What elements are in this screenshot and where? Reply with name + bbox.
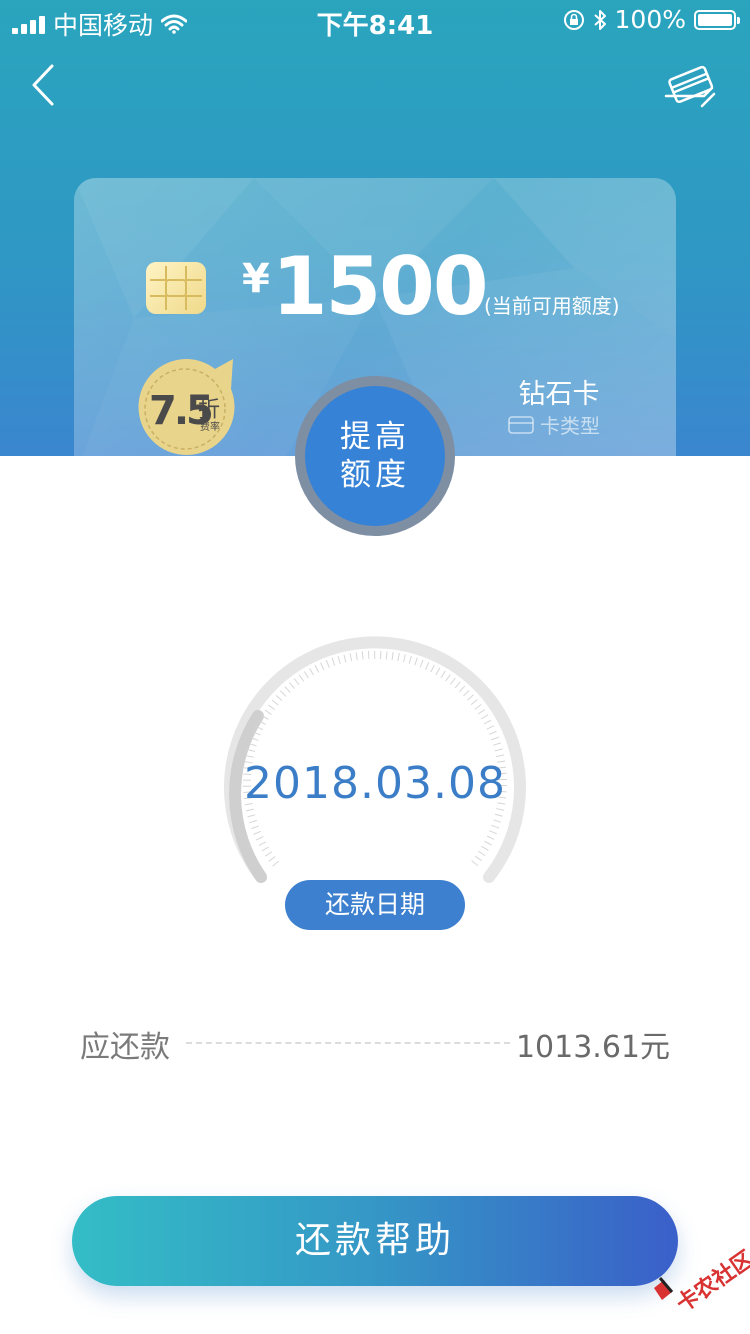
credit-card-icon [664, 65, 716, 108]
chevron-left-icon [32, 64, 54, 106]
rotation-lock-icon [563, 9, 584, 30]
card-switch-button[interactable] [664, 60, 720, 110]
card-type-label-row: 卡类型 [508, 410, 600, 439]
screen: 中国移动 下午8:41 100% ¥1500 (当前可用额度) 钻石卡 卡类型 … [0, 0, 750, 1334]
dotted-divider [186, 1042, 510, 1044]
status-bar: 中国移动 下午8:41 100% [0, 0, 750, 41]
discount-sub: 费率 [200, 422, 220, 433]
raise-limit-label: 提高额度 [340, 419, 410, 493]
credit-amount-label: (当前可用额度) [484, 294, 620, 318]
card-type-label: 卡类型 [540, 414, 600, 438]
amount-due-row: 应还款 1013.61元 [80, 1022, 670, 1066]
credit-amount: 1500 [271, 240, 489, 333]
card-chip-icon [146, 262, 206, 314]
repayment-help-button[interactable]: 还款帮助 [72, 1196, 678, 1286]
due-date-label: 还款日期 [285, 880, 465, 930]
currency-symbol: ¥ [242, 256, 270, 302]
card-type-name: 钻石卡 [518, 379, 600, 410]
card-small-icon [508, 415, 534, 434]
back-button[interactable] [26, 62, 66, 108]
status-right: 100% [563, 5, 740, 34]
battery-icon [694, 9, 740, 30]
amount-due-label: 应还款 [80, 1030, 170, 1065]
due-date: 2018.03.08 [244, 758, 506, 809]
bluetooth-icon [593, 9, 606, 30]
available-credit: ¥1500 [242, 240, 489, 333]
raise-limit-button[interactable]: 提高额度 [305, 386, 445, 526]
battery-percent: 100% [614, 5, 686, 34]
amount-due-value: 1013.61元 [515, 1030, 670, 1065]
